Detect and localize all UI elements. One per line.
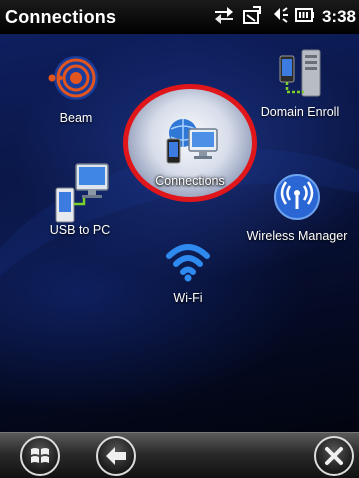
data-transfer-icon[interactable] [213,5,235,30]
windows-start-icon[interactable] [20,436,60,476]
beam-label: Beam [59,111,93,125]
app-connections[interactable]: Connections [142,113,238,188]
beam-icon [48,56,104,108]
battery-icon[interactable] [294,7,315,28]
wireless-manager-label: Wireless Manager [246,229,348,243]
domain-enroll-label: Domain Enroll [260,105,340,119]
connections-label: Connections [155,174,225,188]
no-signal-icon[interactable] [241,5,263,30]
app-beam[interactable]: Beam [46,52,106,125]
bottom-taskbar [0,432,359,478]
connections-icon [159,119,221,171]
back-arrow-icon[interactable] [96,436,136,476]
status-icons: 3:38 [213,5,356,30]
window-title: Connections [5,7,117,27]
app-wifi[interactable]: Wi-Fi [150,236,226,305]
screen: Connections 3:38 Beam Domain Enroll Conn… [0,0,359,478]
app-usb-to-pc[interactable]: USB to PC [40,160,120,237]
clock-time[interactable]: 3:38 [322,7,356,27]
wifi-icon [163,244,213,288]
wireless-manager-icon [272,174,322,226]
status-bar: Connections 3:38 [0,0,359,34]
wifi-label: Wi-Fi [173,291,203,305]
speaker-icon[interactable] [269,5,289,30]
app-domain-enroll[interactable]: Domain Enroll [250,46,350,119]
close-icon[interactable] [314,436,354,476]
app-wireless-manager[interactable]: Wireless Manager [240,172,354,243]
usb-to-pc-label: USB to PC [49,223,111,237]
